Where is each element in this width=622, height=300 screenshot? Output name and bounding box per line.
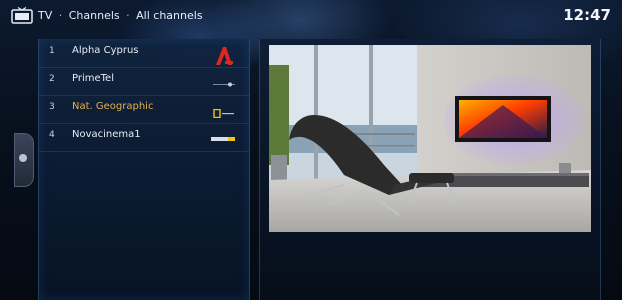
side-menu-handle[interactable] xyxy=(14,133,34,187)
channel-name: Alpha Cyprus xyxy=(72,45,139,56)
breadcrumb-filter[interactable]: All channels xyxy=(136,9,202,22)
channel-name: Novacinema1 xyxy=(72,129,141,140)
nat-geo-logo-icon xyxy=(213,109,234,118)
channel-number: 2 xyxy=(49,74,55,84)
channel-preview-image xyxy=(269,45,591,232)
channel-number: 1 xyxy=(49,46,55,56)
menu-handle-icon xyxy=(19,154,27,162)
primetel-logo-icon xyxy=(213,82,235,87)
channel-name-selected: Nat. Geographic xyxy=(72,101,154,112)
channel-list: 1 Alpha Cyprus 2 PrimeTel 3 Nat. Geograp… xyxy=(38,39,250,300)
preview-panel xyxy=(259,39,601,300)
breadcrumb-separator: · xyxy=(58,9,63,22)
clock: 12:47 xyxy=(563,6,611,24)
alpha-logo-icon xyxy=(216,47,233,65)
tv-icon xyxy=(11,7,33,24)
channel-name: PrimeTel xyxy=(72,73,114,84)
breadcrumb-page[interactable]: Channels xyxy=(69,9,120,22)
breadcrumb-section[interactable]: TV xyxy=(38,9,52,22)
top-bar: TV · Channels · All channels 12:47 xyxy=(0,0,622,32)
channel-row-nat-geographic[interactable]: 3 Nat. Geographic xyxy=(39,95,249,124)
channel-row-primetel[interactable]: 2 PrimeTel xyxy=(39,67,249,96)
breadcrumb: TV · Channels · All channels xyxy=(38,9,203,22)
channel-number: 4 xyxy=(49,130,55,140)
channel-row-alpha-cyprus[interactable]: 1 Alpha Cyprus xyxy=(39,39,249,68)
tv-channels-screen: TV · Channels · All channels 12:47 1 Alp… xyxy=(0,0,622,300)
novacinema-logo-icon xyxy=(211,137,235,141)
breadcrumb-separator: · xyxy=(126,9,130,22)
channel-number: 3 xyxy=(49,102,55,112)
channel-row-novacinema1[interactable]: 4 Novacinema1 xyxy=(39,123,249,152)
